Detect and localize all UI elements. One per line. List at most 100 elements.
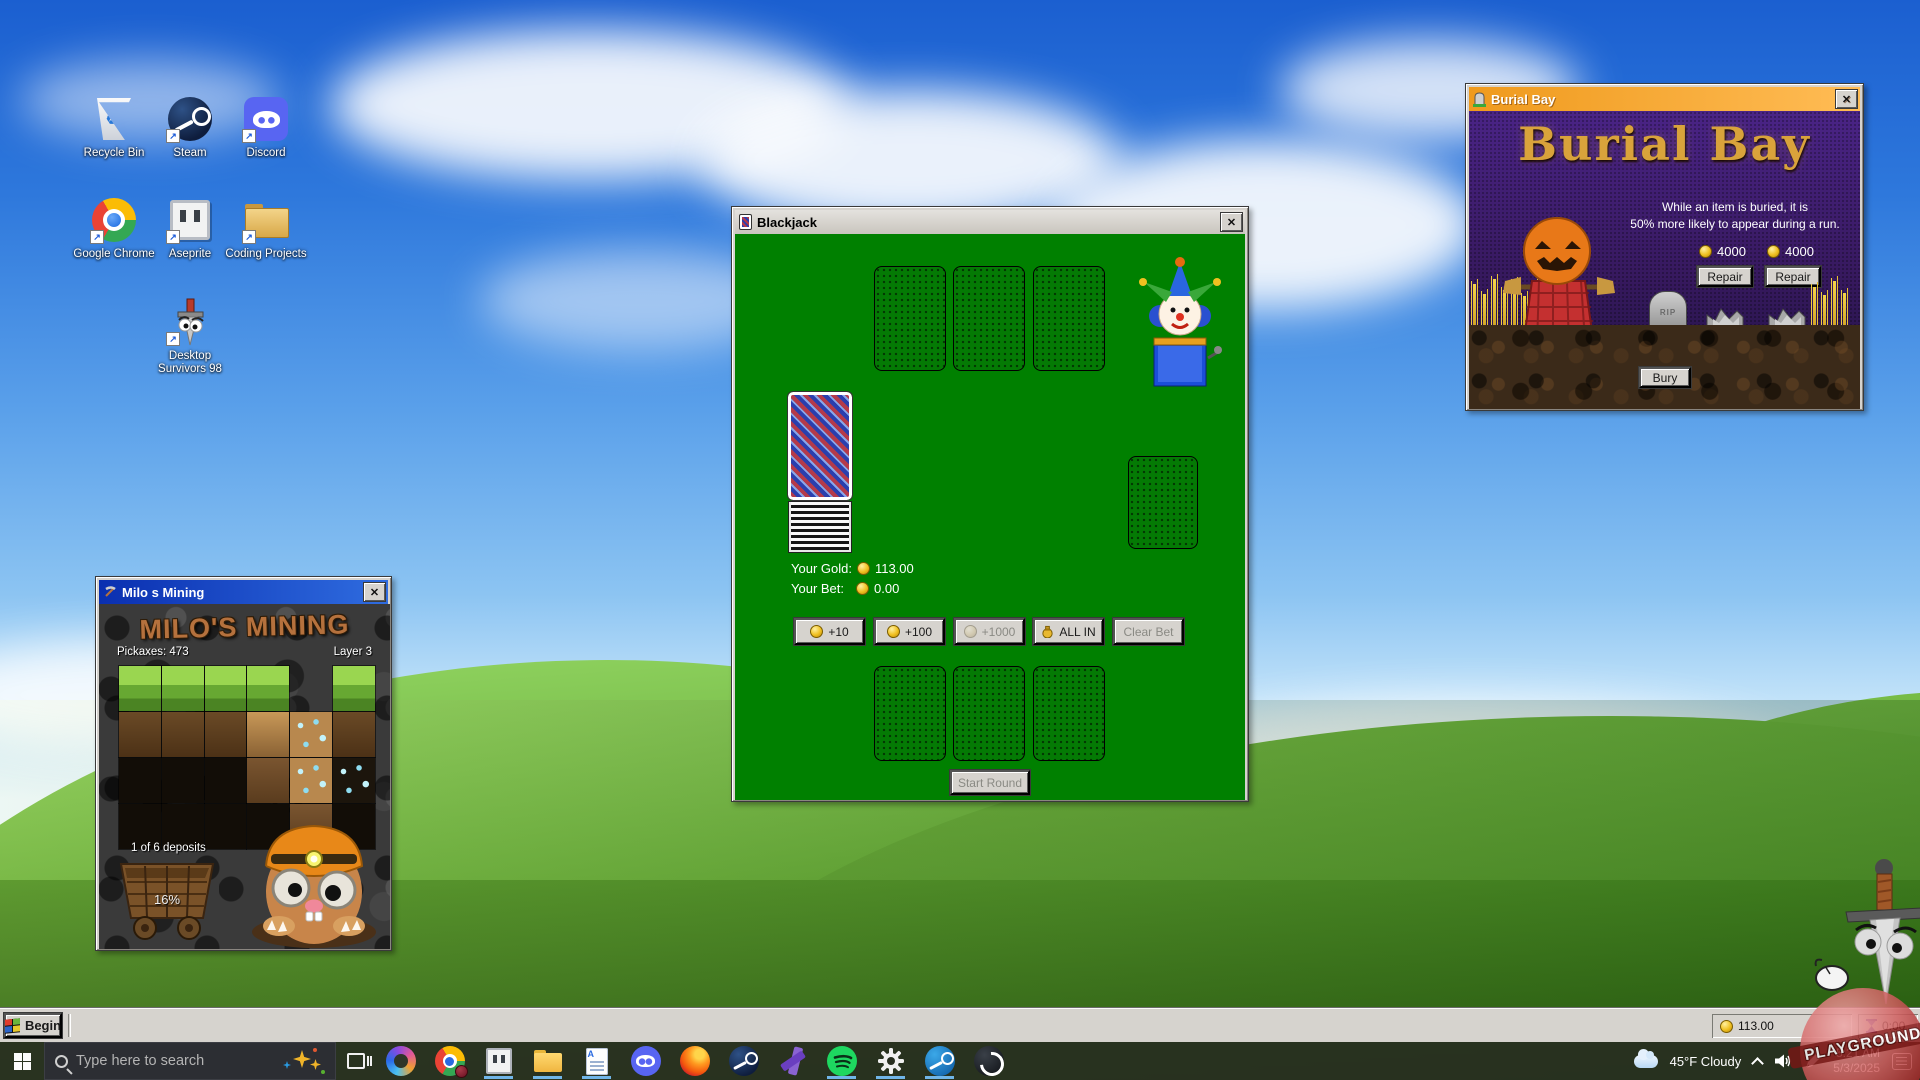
taskbar-icon-steam[interactable] <box>719 1042 768 1080</box>
mine-block[interactable] <box>247 712 289 757</box>
repair-price-2: 4000 <box>1767 244 1814 259</box>
burial-bay-body: Burial Bay While an item is buried, it i… <box>1469 111 1860 409</box>
burial-bay-titlebar[interactable]: Burial Bay ✕ <box>1469 87 1860 111</box>
mine-block[interactable] <box>119 666 161 711</box>
taskbar-icon-obs[interactable] <box>964 1042 1013 1080</box>
pen-icon[interactable] <box>1804 1053 1821 1070</box>
your-gold-row: Your Gold: 113.00 <box>791 561 914 576</box>
bet-plus-1000-button[interactable]: +1000 <box>954 618 1025 645</box>
taskbar-icon-copilot[interactable] <box>376 1042 425 1080</box>
mine-block[interactable] <box>119 758 161 803</box>
mine-block[interactable] <box>333 666 375 711</box>
weather-text[interactable]: 45°F Cloudy <box>1670 1054 1742 1069</box>
search-input[interactable] <box>76 1053 275 1069</box>
mine-block[interactable] <box>290 712 332 757</box>
hidden-icons-chevron[interactable] <box>1751 1057 1764 1070</box>
mine-block[interactable] <box>162 758 204 803</box>
taskbar-icon-settings[interactable] <box>866 1042 915 1080</box>
desktop-icon-label: Discord <box>247 147 286 160</box>
timer-value: 0:00 <box>1882 1019 1905 1033</box>
your-bet-label: Your Bet: <box>791 581 844 596</box>
close-icon[interactable]: ✕ <box>1221 213 1242 231</box>
mine-block[interactable] <box>290 666 332 711</box>
desktop-icon-label: Coding Projects <box>225 248 306 261</box>
recycle-bin-icon: ♻ <box>97 98 131 140</box>
coin-icon <box>810 625 823 638</box>
desktop-icon-google-chrome[interactable]: ↗ Google Chrome <box>70 196 158 261</box>
burial-bay-window-title: Burial Bay <box>1491 92 1831 107</box>
shortcut-arrow-icon: ↗ <box>166 332 180 346</box>
clear-bet-button[interactable]: Clear Bet <box>1113 618 1184 645</box>
taskbar-search[interactable] <box>44 1042 336 1080</box>
start-button[interactable] <box>0 1042 44 1080</box>
close-icon[interactable]: ✕ <box>1836 90 1857 108</box>
milos-mining-body: MILO'S MINING Pickaxes: 473 Layer 3 1 of… <box>99 604 390 949</box>
burial-bay-window: Burial Bay ✕ Burial Bay While an item is… <box>1465 83 1864 411</box>
bury-button[interactable]: Bury <box>1639 367 1691 388</box>
mine-block[interactable] <box>205 758 247 803</box>
hourglass-icon <box>1866 1019 1877 1033</box>
repair-price-1: 4000 <box>1699 244 1746 259</box>
start-round-button[interactable]: Start Round <box>950 770 1030 795</box>
taskbar-icon-notepad[interactable]: A <box>572 1042 621 1080</box>
computer-mouse-graphic <box>1812 958 1852 992</box>
taskbar-icon-chrome[interactable] <box>425 1042 474 1080</box>
begin-button[interactable]: Begin <box>4 1013 62 1038</box>
desktop-icon-recycle-bin[interactable]: ♻ Recycle Bin <box>70 95 158 160</box>
milos-mining-titlebar[interactable]: Milo s Mining ✕ <box>99 580 388 604</box>
spotify-icon <box>827 1046 857 1076</box>
repair-button-1[interactable]: Repair <box>1697 266 1753 287</box>
taskbar-divider <box>68 1014 71 1037</box>
desktop-icon-aseprite[interactable]: ↗ Aseprite <box>146 196 234 261</box>
mine-block[interactable] <box>290 758 332 803</box>
desktop-icon-discord[interactable]: ↗ Discord <box>222 95 310 160</box>
desktop-survivors-game-bar: Begin 113.00 0:00 <box>0 1008 1920 1042</box>
mine-block[interactable] <box>205 804 247 849</box>
settings-gear-icon <box>877 1047 905 1075</box>
shortcut-arrow-icon: ↗ <box>166 230 180 244</box>
mine-block[interactable] <box>162 712 204 757</box>
system-tray: 45°F Cloudy 5:21 AM 5/3/2025 <box>1634 1042 1920 1080</box>
mine-block[interactable] <box>247 666 289 711</box>
taskbar-icon-spotify[interactable] <box>817 1042 866 1080</box>
pickaxe-window-icon <box>103 585 117 599</box>
taskbar-icon-steam-blue[interactable] <box>915 1042 964 1080</box>
taskbar-icon-file-explorer[interactable] <box>523 1042 572 1080</box>
mine-block[interactable] <box>205 712 247 757</box>
milos-mining-window: Milo s Mining ✕ MILO'S MINING Pickaxes: … <box>95 576 392 951</box>
gold-counter-value: 113.00 <box>1738 1019 1774 1033</box>
taskbar-icon-task-view[interactable] <box>336 1042 376 1080</box>
desktop-icon-steam[interactable]: ↗ Steam <box>146 95 234 160</box>
taskbar-icon-visual-studio[interactable] <box>768 1042 817 1080</box>
mine-block[interactable] <box>247 758 289 803</box>
mine-block[interactable] <box>205 666 247 711</box>
bet-plus-100-button[interactable]: +100 <box>874 618 945 645</box>
coin-icon <box>887 625 900 638</box>
shortcut-arrow-icon: ↗ <box>242 230 256 244</box>
chrome-icon <box>435 1046 465 1076</box>
taskbar-clock[interactable]: 5:21 AM 5/3/2025 <box>1833 1046 1880 1076</box>
taskbar-icon-firefox[interactable] <box>670 1042 719 1080</box>
taskbar-icon-discord[interactable] <box>621 1042 670 1080</box>
file-explorer-icon <box>534 1050 562 1072</box>
card-deck-top <box>788 392 852 500</box>
notification-center-icon[interactable] <box>1892 1053 1912 1070</box>
all-in-button[interactable]: ALL IN <box>1033 618 1104 645</box>
mine-block[interactable] <box>333 712 375 757</box>
shortcut-arrow-icon: ↗ <box>166 129 180 143</box>
close-icon[interactable]: ✕ <box>364 583 385 601</box>
mine-block[interactable] <box>162 666 204 711</box>
chrome-profile-badge <box>455 1065 468 1078</box>
speaker-icon[interactable] <box>1774 1053 1792 1069</box>
card-deck-stack <box>789 502 851 552</box>
blackjack-window-icon <box>739 214 752 230</box>
desktop-icon-desktop-survivors-98[interactable]: ↗ Desktop Survivors 98 <box>146 298 234 376</box>
mine-block[interactable] <box>333 758 375 803</box>
desktop-icon-coding-projects[interactable]: ↗ Coding Projects <box>222 196 310 261</box>
your-bet-row: Your Bet: 0.00 <box>791 581 899 596</box>
firefox-icon <box>680 1046 710 1076</box>
mine-block[interactable] <box>119 712 161 757</box>
taskbar-icon-aseprite[interactable] <box>474 1042 523 1080</box>
bet-plus-10-button[interactable]: +10 <box>794 618 865 645</box>
blackjack-titlebar[interactable]: Blackjack ✕ <box>735 210 1245 234</box>
